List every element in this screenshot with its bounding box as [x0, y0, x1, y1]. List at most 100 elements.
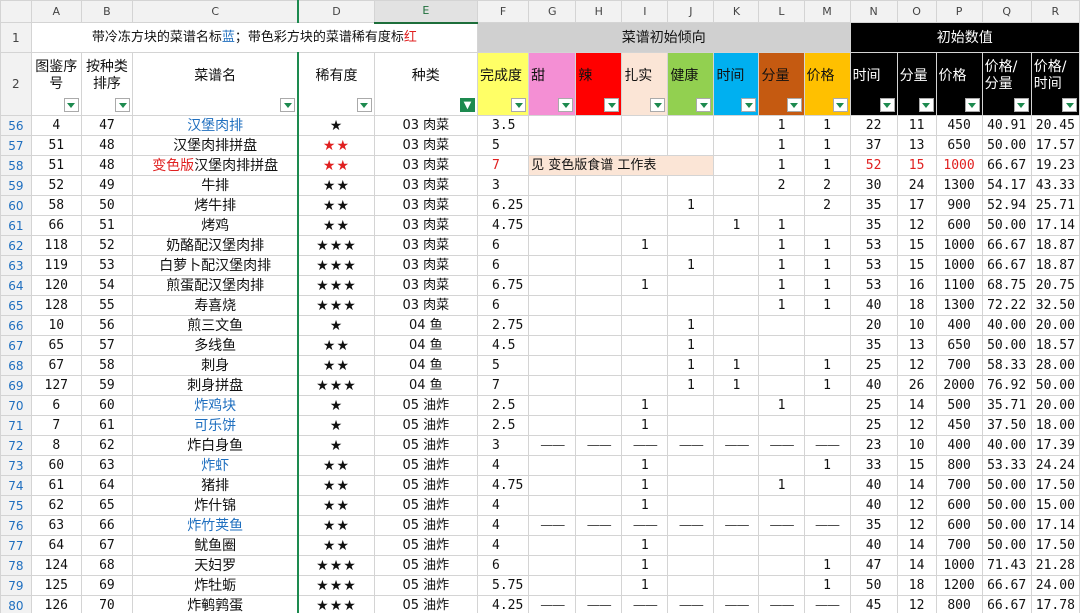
cell-completion[interactable]: 7	[476, 375, 530, 396]
cell-portion[interactable]: 14	[896, 475, 937, 496]
cell-time-tendency[interactable]	[713, 115, 760, 136]
cell-price[interactable]: 1000	[935, 255, 983, 276]
cell-portion[interactable]: 12	[896, 515, 937, 536]
cell-time[interactable]: 40	[849, 495, 898, 516]
cell-spicy-tendency[interactable]	[575, 235, 623, 256]
cell-price[interactable]: 450	[935, 115, 983, 136]
cell-recipe-name[interactable]: 白萝卜配汉堡肉排	[132, 255, 299, 276]
cell-healthy-tendency[interactable]: 1	[667, 315, 715, 336]
cell-sweet-tendency[interactable]	[528, 115, 577, 136]
cell-portion-tendency[interactable]: 1	[758, 215, 805, 236]
cell-order[interactable]: 60	[80, 395, 134, 416]
cell-order[interactable]: 69	[80, 575, 134, 596]
filter-dropdown-icon[interactable]	[879, 98, 895, 112]
cell-rarity[interactable]: ★★	[297, 195, 375, 216]
cell-price-per-time[interactable]: 20.45	[1030, 115, 1080, 136]
cell-sweet-tendency[interactable]	[528, 535, 577, 556]
cell-order[interactable]: 59	[80, 375, 134, 396]
cell-price-per-portion[interactable]: 40.91	[981, 115, 1032, 136]
cell-kind[interactable]: 05 油炸	[373, 415, 479, 436]
cell-healthy-tendency[interactable]	[667, 135, 715, 156]
select-all-corner[interactable]	[0, 0, 32, 23]
cell-healthy-tendency[interactable]: 1	[667, 375, 715, 396]
cell-price-per-portion[interactable]: 66.67	[981, 255, 1032, 276]
cell-time[interactable]: 40	[849, 475, 898, 496]
cell-time[interactable]: 53	[849, 235, 898, 256]
cell-rarity[interactable]: ★★	[297, 215, 375, 236]
cell-price-per-portion[interactable]: 52.94	[981, 195, 1032, 216]
cell-price[interactable]: 900	[935, 195, 983, 216]
cell-price-per-portion[interactable]: 35.71	[981, 395, 1032, 416]
cell-recipe-name[interactable]: 多线鱼	[132, 335, 299, 356]
cell-price-tendency[interactable]: 1	[803, 275, 851, 296]
cell-portion-tendency[interactable]: 1	[758, 115, 805, 136]
cell-portion[interactable]: 17	[896, 195, 937, 216]
cell-order[interactable]: 68	[80, 555, 134, 576]
cell-price-tendency[interactable]: 1	[803, 135, 851, 156]
row-number[interactable]: 58	[0, 155, 32, 176]
cell-sweet-tendency[interactable]	[528, 575, 577, 596]
cell-recipe-name[interactable]: 寿喜烧	[132, 295, 299, 316]
cell-portion[interactable]: 24	[896, 175, 937, 196]
cell-portion-tendency[interactable]: 1	[758, 155, 805, 176]
cell-rarity[interactable]: ★★	[297, 495, 375, 516]
row-number[interactable]: 75	[0, 495, 32, 516]
cell-order[interactable]: 47	[80, 115, 134, 136]
cell-price-tendency[interactable]	[803, 415, 851, 436]
cell-kind[interactable]: 03 肉菜	[373, 215, 479, 236]
cell-rarity[interactable]: ★	[297, 115, 375, 136]
cell-order[interactable]: 57	[80, 335, 134, 356]
row-number[interactable]: 69	[0, 375, 32, 396]
cell-sweet-tendency[interactable]	[528, 455, 577, 476]
cell-completion[interactable]: 2.5	[476, 395, 530, 416]
cell-time-tendency[interactable]	[713, 395, 760, 416]
cell-index[interactable]: 62	[30, 495, 82, 516]
cell-price-per-time[interactable]: 19.23	[1030, 155, 1080, 176]
cell-price-per-time[interactable]: 17.14	[1030, 215, 1080, 236]
filter-active-icon[interactable]: ▼	[460, 98, 475, 112]
cell-price-tendency[interactable]: 1	[803, 295, 851, 316]
cell-completion[interactable]: 7	[476, 155, 530, 176]
cell-portion[interactable]: 14	[896, 395, 937, 416]
cell-recipe-name[interactable]: 汉堡肉排拼盘	[132, 135, 299, 156]
column-header-B[interactable]: B	[80, 0, 134, 23]
cell-solid-tendency[interactable]: 1	[621, 275, 669, 296]
cell-portion[interactable]: 12	[896, 495, 937, 516]
column-title[interactable]: 稀有度	[297, 52, 375, 116]
column-header-P[interactable]: P	[935, 0, 983, 23]
cell-time-tendency[interactable]: ——	[713, 595, 760, 613]
cell-completion[interactable]: 4	[476, 495, 530, 516]
cell-kind[interactable]: 05 油炸	[373, 455, 479, 476]
cell-portion[interactable]: 14	[896, 535, 937, 556]
cell-variant-note[interactable]: 见 变色版食谱 工作表	[528, 155, 715, 176]
cell-price-tendency[interactable]: 1	[803, 255, 851, 276]
cell-price-per-portion[interactable]: 50.00	[981, 335, 1032, 356]
cell-rarity[interactable]: ★★	[297, 455, 375, 476]
cell-healthy-tendency[interactable]	[667, 475, 715, 496]
cell-completion[interactable]: 5.75	[476, 575, 530, 596]
cell-rarity[interactable]: ★★★	[297, 595, 375, 613]
cell-spicy-tendency[interactable]	[575, 375, 623, 396]
cell-portion[interactable]: 15	[896, 255, 937, 276]
column-title[interactable]: 甜	[528, 52, 577, 116]
cell-time-tendency[interactable]	[713, 535, 760, 556]
cell-portion[interactable]: 10	[896, 435, 937, 456]
cell-order[interactable]: 50	[80, 195, 134, 216]
cell-completion[interactable]: 3	[476, 175, 530, 196]
column-title[interactable]: 价格/时间	[1030, 52, 1080, 116]
cell-time-tendency[interactable]	[713, 235, 760, 256]
cell-portion-tendency[interactable]: ——	[758, 435, 805, 456]
cell-solid-tendency[interactable]: 1	[621, 455, 669, 476]
cell-price-per-time[interactable]: 28.00	[1030, 355, 1080, 376]
cell-spicy-tendency[interactable]	[575, 175, 623, 196]
cell-time[interactable]: 40	[849, 295, 898, 316]
cell-portion-tendency[interactable]: ——	[758, 595, 805, 613]
cell-healthy-tendency[interactable]: ——	[667, 595, 715, 613]
cell-price-tendency[interactable]: 2	[803, 195, 851, 216]
column-title[interactable]: 按种类排序	[80, 52, 134, 116]
cell-kind[interactable]: 05 油炸	[373, 395, 479, 416]
cell-time-tendency[interactable]: 1	[713, 355, 760, 376]
row-number[interactable]: 71	[0, 415, 32, 436]
cell-price-per-time[interactable]: 18.87	[1030, 235, 1080, 256]
cell-time-tendency[interactable]	[713, 135, 760, 156]
